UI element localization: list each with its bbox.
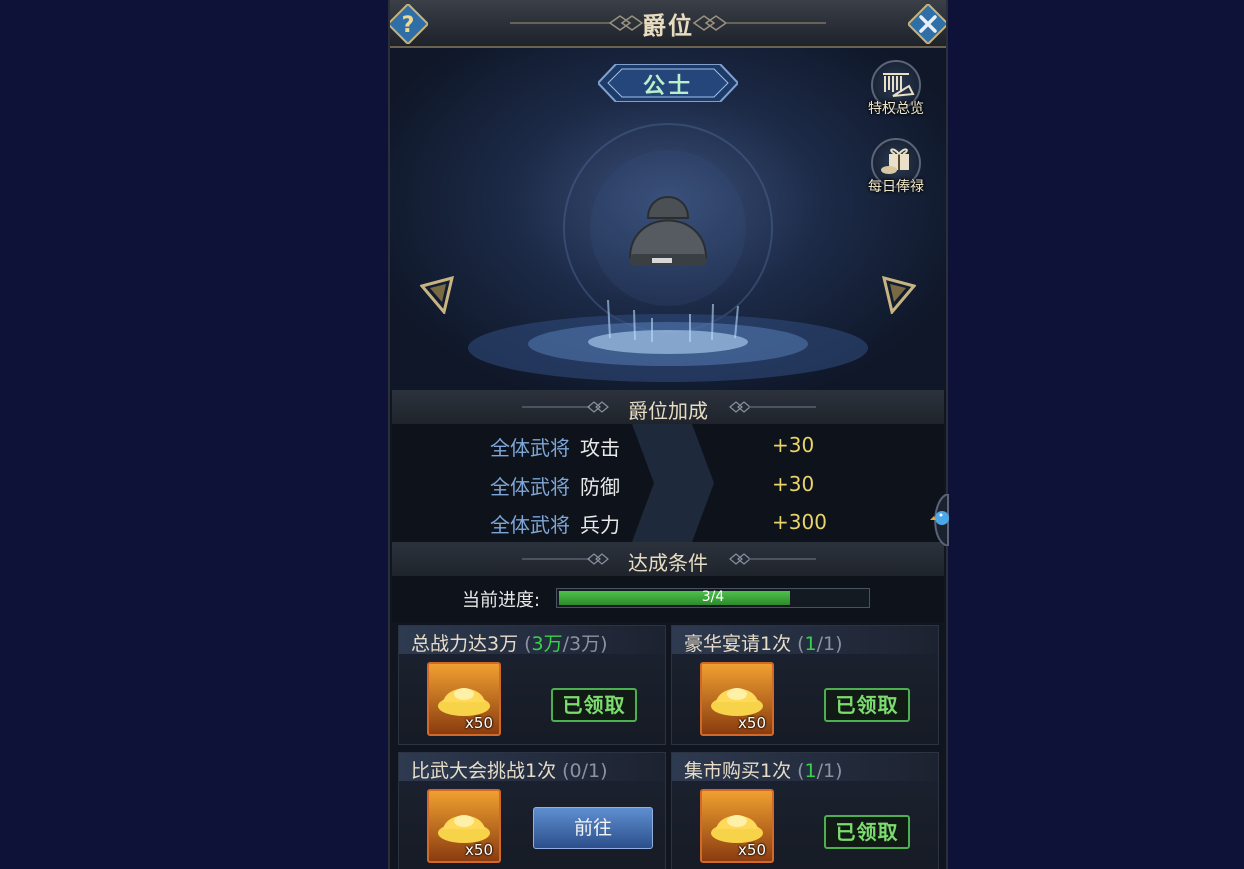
claimed-badge: 已领取 bbox=[824, 688, 910, 722]
task-card: 比武大会挑战1次 (0/1) x50 前往 bbox=[398, 752, 666, 869]
task-count: (1/1) bbox=[791, 633, 843, 655]
rank-showcase: 公士 特权总览 每日俸禄 bbox=[390, 48, 946, 390]
privilege-overview-button[interactable]: 特权总览 bbox=[868, 60, 924, 117]
task-header: 总战力达3万 (3万/3万) bbox=[399, 626, 665, 655]
progress-bar: 3/4 bbox=[556, 588, 870, 608]
progress-area: 当前进度: 3/4 bbox=[392, 576, 944, 622]
bonus-value: +30 bbox=[772, 433, 815, 457]
progress-label: 当前进度: bbox=[462, 590, 541, 611]
bonus-row: 全体武将 兵力 +300 bbox=[392, 503, 944, 539]
close-button[interactable] bbox=[908, 4, 948, 44]
bonus-stat: 兵力 bbox=[580, 513, 620, 537]
bonus-stat: 防御 bbox=[580, 475, 620, 499]
task-title: 集市购买1次 bbox=[684, 760, 792, 782]
gold-ingot-reward[interactable]: x50 bbox=[427, 662, 501, 736]
rank-panel: 爵位 ? 公士 特权总览 每日俸禄 爵位加成 全体武将 攻击 +30 全体武将 … bbox=[388, 0, 948, 869]
bonus-row: 全体武将 攻击 +30 bbox=[392, 426, 944, 462]
svg-text:?: ? bbox=[402, 13, 415, 38]
gold-ingot-reward[interactable]: x50 bbox=[700, 662, 774, 736]
next-rank-arrow[interactable] bbox=[882, 276, 916, 314]
task-title: 豪华宴请1次 bbox=[684, 633, 792, 655]
task-header: 豪华宴请1次 (1/1) bbox=[672, 626, 938, 655]
claimed-badge: 已领取 bbox=[551, 688, 637, 722]
bonus-list: 全体武将 攻击 +30 全体武将 防御 +30 全体武将 兵力 +300 bbox=[392, 424, 944, 542]
task-card: 总战力达3万 (3万/3万) x50 已领取 bbox=[398, 625, 666, 745]
bird-float-button[interactable] bbox=[926, 494, 966, 546]
bonus-value: +30 bbox=[772, 472, 815, 496]
help-button[interactable]: ? bbox=[388, 4, 428, 44]
task-title: 比武大会挑战1次 bbox=[411, 760, 557, 782]
bonus-target: 全体武将 bbox=[490, 436, 570, 460]
task-card: 豪华宴请1次 (1/1) x50 已领取 bbox=[671, 625, 939, 745]
ornament-right bbox=[729, 553, 816, 565]
task-current: 3万 bbox=[531, 633, 563, 655]
previous-rank-arrow[interactable] bbox=[420, 276, 454, 314]
reward-quantity: x50 bbox=[465, 714, 493, 732]
task-card: 集市购买1次 (1/1) x50 已领取 bbox=[671, 752, 939, 869]
task-title: 总战力达3万 bbox=[411, 633, 519, 655]
reward-quantity: x50 bbox=[738, 714, 766, 732]
task-current: 1 bbox=[804, 633, 817, 655]
title-bar: 爵位 ? bbox=[390, 0, 946, 48]
conditions-section-title: 达成条件 bbox=[628, 551, 708, 575]
task-current: 0 bbox=[569, 760, 582, 782]
daily-salary-button[interactable]: 每日俸禄 bbox=[868, 138, 924, 195]
bonus-target: 全体武将 bbox=[490, 475, 570, 499]
page-title: 爵位 bbox=[642, 12, 694, 40]
task-count: (1/1) bbox=[791, 760, 843, 782]
bonus-target: 全体武将 bbox=[490, 513, 570, 537]
reward-quantity: x50 bbox=[738, 841, 766, 859]
gold-ingot-reward[interactable]: x50 bbox=[700, 789, 774, 863]
privilege-overview-label: 特权总览 bbox=[868, 101, 924, 117]
daily-salary-label: 每日俸禄 bbox=[868, 179, 924, 195]
task-header: 比武大会挑战1次 (0/1) bbox=[399, 753, 665, 782]
title-ornament-right bbox=[692, 15, 826, 31]
task-header: 集市购买1次 (1/1) bbox=[672, 753, 938, 782]
bonus-row: 全体武将 防御 +30 bbox=[392, 465, 944, 501]
bonus-section-title: 爵位加成 bbox=[628, 399, 708, 423]
bonus-stat: 攻击 bbox=[580, 436, 620, 460]
gold-ingot-reward[interactable]: x50 bbox=[427, 789, 501, 863]
reward-quantity: x50 bbox=[465, 841, 493, 859]
task-count: (0/1) bbox=[556, 760, 608, 782]
conditions-section-header: 达成条件 bbox=[392, 542, 944, 576]
bonus-section-header: 爵位加成 bbox=[392, 390, 944, 424]
rank-name: 公士 bbox=[642, 74, 693, 99]
task-count: (3万/3万) bbox=[518, 633, 608, 655]
claimed-badge: 已领取 bbox=[824, 815, 910, 849]
task-current: 1 bbox=[804, 760, 817, 782]
bonus-value: +300 bbox=[772, 510, 827, 534]
progress-text: 3/4 bbox=[701, 589, 725, 605]
ornament-right bbox=[729, 401, 816, 413]
go-button[interactable]: 前往 bbox=[533, 807, 653, 849]
